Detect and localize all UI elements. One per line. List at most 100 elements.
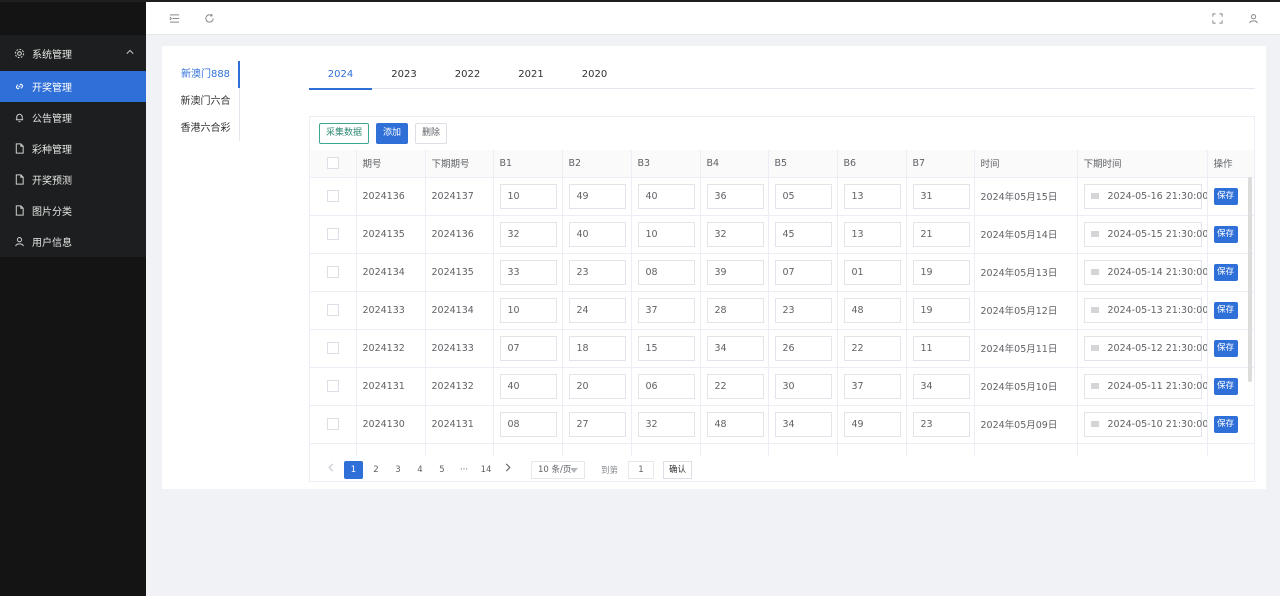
- ball-input-b7[interactable]: 21: [912, 221, 970, 247]
- ball-input-b4[interactable]: 48: [706, 411, 764, 437]
- ball-input-b7[interactable]: 34: [912, 373, 970, 399]
- page-size-select[interactable]: 10 条/页: [531, 461, 585, 479]
- ball-input-b1[interactable]: 08: [499, 411, 557, 437]
- next-time-picker[interactable]: 2024-05-14 21:30:00: [1083, 259, 1206, 285]
- sidebar-item-1[interactable]: 公告管理: [0, 102, 146, 133]
- row-checkbox[interactable]: [326, 228, 339, 240]
- fullscreen-icon[interactable]: [1211, 12, 1223, 24]
- ball-input-b2[interactable]: 24: [568, 297, 626, 323]
- ball-input-b7[interactable]: 11: [912, 335, 970, 361]
- ball-input-b1[interactable]: 32: [499, 221, 557, 247]
- page-number[interactable]: ···: [455, 461, 473, 479]
- next-time-picker[interactable]: 2024-05-15 21:30:00: [1083, 221, 1206, 247]
- sidebar-group-system[interactable]: 系统管理: [0, 35, 146, 71]
- ball-input-b6[interactable]: 22: [843, 335, 901, 361]
- sidebar-item-3[interactable]: 开奖预测: [0, 164, 146, 195]
- next-time-picker[interactable]: 2024-05-12 21:30:00: [1083, 335, 1206, 361]
- user-icon[interactable]: [1247, 12, 1259, 24]
- menu-fold-icon[interactable]: [168, 12, 180, 24]
- next-time-picker[interactable]: 2024-05-16 21:30:00: [1083, 183, 1206, 209]
- next-time-picker[interactable]: 2024-05-11 21:30:00: [1083, 373, 1206, 399]
- ball-input-b4[interactable]: 28: [706, 297, 764, 323]
- ball-input-b5[interactable]: 05: [774, 183, 832, 209]
- ball-input-b4[interactable]: 22: [706, 373, 764, 399]
- save-button[interactable]: 保存: [1213, 263, 1238, 281]
- sidebar-item-4[interactable]: 图片分类: [0, 195, 146, 226]
- ball-input-b5[interactable]: 45: [774, 221, 832, 247]
- ball-input-b2[interactable]: 40: [568, 221, 626, 247]
- ball-input-b1[interactable]: 07: [499, 335, 557, 361]
- ball-input-b4[interactable]: 36: [706, 183, 764, 209]
- lottery-tab-0[interactable]: 新澳门888: [172, 61, 240, 88]
- ball-input-b3[interactable]: 08: [637, 259, 695, 285]
- page-number[interactable]: 14: [477, 461, 495, 479]
- save-button[interactable]: 保存: [1213, 301, 1238, 319]
- page-number[interactable]: 5: [433, 461, 451, 479]
- ball-input-b3[interactable]: 10: [637, 221, 695, 247]
- row-checkbox[interactable]: [326, 266, 339, 278]
- ball-input-b1[interactable]: 10: [499, 183, 557, 209]
- page-number[interactable]: 1: [344, 461, 363, 479]
- year-tab-2020[interactable]: 2020: [563, 61, 626, 89]
- page-number[interactable]: 2: [367, 461, 385, 479]
- select-all-checkbox[interactable]: [326, 157, 339, 170]
- save-button[interactable]: 保存: [1213, 377, 1238, 395]
- goto-confirm-button[interactable]: 确认: [663, 461, 693, 479]
- ball-input-b7[interactable]: 19: [912, 297, 970, 323]
- ball-input-b6[interactable]: 37: [843, 373, 901, 399]
- ball-input-b6[interactable]: 13: [843, 183, 901, 209]
- ball-input-b2[interactable]: 49: [568, 183, 626, 209]
- collect-data-button[interactable]: 采集数据: [319, 123, 370, 144]
- year-tab-2023[interactable]: 2023: [373, 61, 436, 89]
- page-number[interactable]: 4: [411, 461, 429, 479]
- year-tab-2022[interactable]: 2022: [436, 61, 499, 89]
- ball-input-b3[interactable]: 15: [637, 335, 695, 361]
- ball-input-b5[interactable]: 23: [774, 297, 832, 323]
- ball-input-b2[interactable]: 27: [568, 411, 626, 437]
- ball-input-b5[interactable]: 07: [774, 259, 832, 285]
- row-checkbox[interactable]: [326, 190, 339, 202]
- ball-input-b4[interactable]: 34: [706, 335, 764, 361]
- row-checkbox[interactable]: [326, 304, 339, 316]
- ball-input-b3[interactable]: 40: [637, 183, 695, 209]
- ball-input-b3[interactable]: 37: [637, 297, 695, 323]
- goto-page-input[interactable]: 1: [628, 461, 655, 479]
- next-page-icon[interactable]: [499, 461, 517, 479]
- save-button[interactable]: 保存: [1213, 415, 1238, 433]
- sidebar-item-0[interactable]: 开奖管理: [0, 71, 146, 102]
- refresh-icon[interactable]: [203, 12, 215, 24]
- table-scrollbar[interactable]: [1248, 177, 1252, 382]
- ball-input-b7[interactable]: 23: [912, 411, 970, 437]
- ball-input-b7[interactable]: 31: [912, 183, 970, 209]
- ball-input-b2[interactable]: 18: [568, 335, 626, 361]
- ball-input-b4[interactable]: 39: [706, 259, 764, 285]
- ball-input-b6[interactable]: 48: [843, 297, 901, 323]
- ball-input-b4[interactable]: 32: [706, 221, 764, 247]
- page-number[interactable]: 3: [389, 461, 407, 479]
- sidebar-item-5[interactable]: 用户信息: [0, 226, 146, 257]
- add-button[interactable]: 添加: [376, 123, 409, 144]
- ball-input-b7[interactable]: 19: [912, 259, 970, 285]
- ball-input-b6[interactable]: 13: [843, 221, 901, 247]
- row-checkbox[interactable]: [326, 418, 339, 430]
- ball-input-b2[interactable]: 20: [568, 373, 626, 399]
- sidebar-item-2[interactable]: 彩种管理: [0, 133, 146, 164]
- ball-input-b2[interactable]: 23: [568, 259, 626, 285]
- save-button[interactable]: 保存: [1213, 187, 1238, 205]
- save-button[interactable]: 保存: [1213, 339, 1238, 357]
- next-time-picker[interactable]: 2024-05-10 21:30:00: [1083, 411, 1206, 437]
- lottery-tab-2[interactable]: 香港六合彩: [172, 115, 239, 142]
- prev-page-icon[interactable]: [322, 461, 340, 479]
- year-tab-2021[interactable]: 2021: [500, 61, 563, 89]
- ball-input-b1[interactable]: 33: [499, 259, 557, 285]
- ball-input-b3[interactable]: 32: [637, 411, 695, 437]
- ball-input-b6[interactable]: 01: [843, 259, 901, 285]
- next-time-picker[interactable]: 2024-05-13 21:30:00: [1083, 297, 1206, 323]
- year-tab-2024[interactable]: 2024: [309, 61, 372, 90]
- ball-input-b6[interactable]: 49: [843, 411, 901, 437]
- ball-input-b5[interactable]: 26: [774, 335, 832, 361]
- lottery-tab-1[interactable]: 新澳门六合: [172, 88, 239, 115]
- ball-input-b5[interactable]: 30: [774, 373, 832, 399]
- ball-input-b1[interactable]: 40: [499, 373, 557, 399]
- save-button[interactable]: 保存: [1213, 225, 1238, 243]
